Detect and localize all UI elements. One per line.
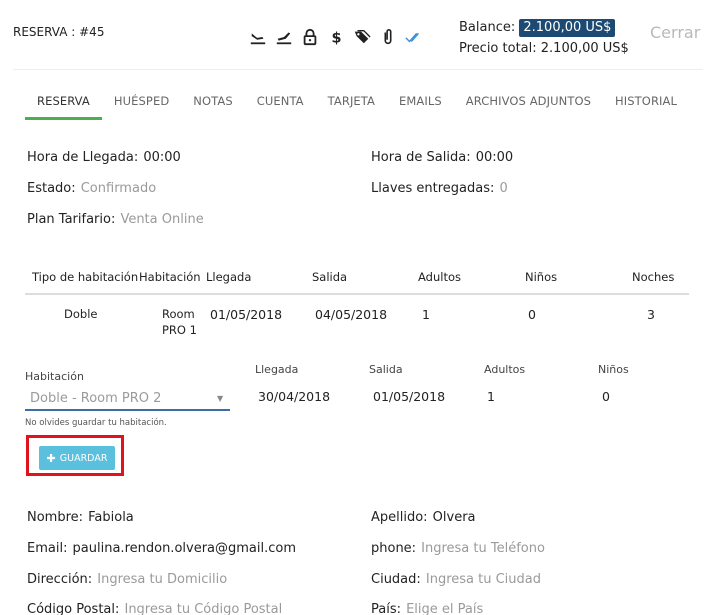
tab-cuenta[interactable]: CUENTA <box>245 92 316 120</box>
double-check-icon[interactable] <box>405 26 431 48</box>
balance-line: Balance: 2.100,00 US$ <box>459 19 616 37</box>
phone-field[interactable]: Ingresa tu Teléfono <box>421 541 545 556</box>
edit-departure-label: Salida <box>369 363 403 376</box>
rate-plan-label: Plan Tarifario: <box>27 212 116 227</box>
row-children: 0 <box>528 307 536 322</box>
plane-departure-icon[interactable] <box>275 26 301 48</box>
status-row: Estado: Confirmado <box>27 177 156 196</box>
status-label: Estado: <box>27 181 76 196</box>
save-button[interactable]: ✚ GUARDAR <box>39 446 115 470</box>
keys-value[interactable]: 0 <box>500 181 508 196</box>
tab-archivos-adjuntos[interactable]: ARCHIVOS ADJUNTOS <box>454 92 603 120</box>
row-room-line1: Room <box>162 307 195 321</box>
header-children: Niños <box>525 270 558 284</box>
first-name-value[interactable]: Fabiola <box>88 510 134 525</box>
departure-time-value: 00:00 <box>475 150 514 165</box>
close-button[interactable]: Cerrar <box>650 23 700 42</box>
header-room-type: Tipo de habitación <box>32 270 139 284</box>
total-price-label: Precio total: <box>459 41 537 56</box>
room-select-value[interactable]: Doble - Room PRO 2 <box>30 391 161 406</box>
address-row: Dirección: Ingresa tu Domicilio <box>27 568 227 587</box>
row-nights: 3 <box>647 307 655 322</box>
plane-landing-icon[interactable] <box>249 26 275 48</box>
edit-adults-value[interactable]: 1 <box>487 389 495 404</box>
row-arrival: 01/05/2018 <box>210 307 283 322</box>
last-name-label: Apellido: <box>371 510 428 525</box>
header-departure: Salida <box>312 270 348 284</box>
header-divider <box>13 69 703 70</box>
plus-icon: ✚ <box>46 451 56 465</box>
chevron-down-icon[interactable]: ▼ <box>217 394 223 403</box>
reservation-title: RESERVA : #45 <box>13 25 105 39</box>
header-nights: Noches <box>632 270 675 284</box>
row-adults: 1 <box>422 307 430 322</box>
country-row: País: Elige el País <box>371 598 483 615</box>
keys-label: Llaves entregadas: <box>371 181 495 196</box>
arrival-time-row: Hora de Llegada: 00:00 <box>27 146 181 165</box>
arrival-time-value: 00:00 <box>143 150 181 165</box>
edit-children-label: Niños <box>598 363 629 376</box>
last-name-value[interactable]: Olvera <box>433 510 476 525</box>
rate-plan-row: Plan Tarifario: Venta Online <box>27 208 204 227</box>
save-hint: No olvides guardar tu habitación. <box>25 418 167 428</box>
address-label: Dirección: <box>27 572 93 587</box>
country-field[interactable]: Elige el País <box>406 602 483 615</box>
zip-label: Código Postal: <box>27 602 120 615</box>
edit-adults-label: Adultos <box>484 363 526 376</box>
tab-notas[interactable]: NOTAS <box>181 92 244 120</box>
room-select-label: Habitación <box>25 370 84 383</box>
tab-huesped[interactable]: HUÉSPED <box>102 92 181 120</box>
edit-departure-value[interactable]: 01/05/2018 <box>373 389 445 404</box>
header-adults: Adultos <box>418 270 461 284</box>
edit-children-value[interactable]: 0 <box>602 389 610 404</box>
lock-icon[interactable] <box>301 26 327 48</box>
first-name-row: Nombre: Fabiola <box>27 506 134 525</box>
svg-text:$: $ <box>332 30 342 46</box>
address-field[interactable]: Ingresa tu Domicilio <box>97 572 227 587</box>
table-divider <box>25 293 689 295</box>
city-row: Ciudad: Ingresa tu Ciudad <box>371 568 541 587</box>
phone-row: phone: Ingresa tu Teléfono <box>371 537 545 556</box>
email-value[interactable]: paulina.rendon.olvera@gmail.com <box>73 541 296 556</box>
header-icons: $ <box>249 26 431 48</box>
row-room-line2: PRO 1 <box>162 323 197 337</box>
tag-icon[interactable] <box>353 26 379 48</box>
keys-row: Llaves entregadas: 0 <box>371 177 508 196</box>
edit-arrival-value[interactable]: 30/04/2018 <box>258 389 330 404</box>
country-label: País: <box>371 602 401 615</box>
city-label: Ciudad: <box>371 572 421 587</box>
zip-field[interactable]: Ingresa tu Código Postal <box>124 602 282 615</box>
phone-label: phone: <box>371 541 417 556</box>
tab-bar: RESERVA HUÉSPED NOTAS CUENTA TARJETA EMA… <box>25 92 689 122</box>
balance-badge: 2.100,00 US$ <box>519 19 616 37</box>
header-arrival: Llegada <box>206 270 252 284</box>
header-room: Habitación <box>139 270 201 284</box>
tab-tarjeta[interactable]: TARJETA <box>316 92 387 120</box>
zip-row: Código Postal: Ingresa tu Código Postal <box>27 598 282 615</box>
edit-arrival-label: Llegada <box>255 363 299 376</box>
total-price-line: Precio total: 2.100,00 US$ <box>459 41 629 56</box>
email-row: Email: paulina.rendon.olvera@gmail.com <box>27 537 296 556</box>
departure-time-label: Hora de Salida: <box>371 150 471 165</box>
tab-historial[interactable]: HISTORIAL <box>603 92 689 120</box>
arrival-time-label: Hora de Llegada: <box>27 150 139 165</box>
balance-label: Balance: <box>459 20 516 35</box>
tab-emails[interactable]: EMAILS <box>387 92 454 120</box>
status-value[interactable]: Confirmado <box>81 181 156 196</box>
last-name-row: Apellido: Olvera <box>371 506 476 525</box>
total-price-value: 2.100,00 US$ <box>540 41 629 56</box>
tab-reserva[interactable]: RESERVA <box>25 92 102 120</box>
email-label: Email: <box>27 541 68 556</box>
row-departure: 04/05/2018 <box>315 307 388 322</box>
rate-plan-value[interactable]: Venta Online <box>120 212 203 227</box>
city-field[interactable]: Ingresa tu Ciudad <box>426 572 541 587</box>
departure-time-row: Hora de Salida: 00:00 <box>371 146 513 165</box>
first-name-label: Nombre: <box>27 510 84 525</box>
save-button-label: GUARDAR <box>59 452 108 464</box>
dollar-icon[interactable]: $ <box>327 26 353 48</box>
row-room-type: Doble <box>64 307 98 321</box>
paperclip-icon[interactable] <box>379 26 405 48</box>
